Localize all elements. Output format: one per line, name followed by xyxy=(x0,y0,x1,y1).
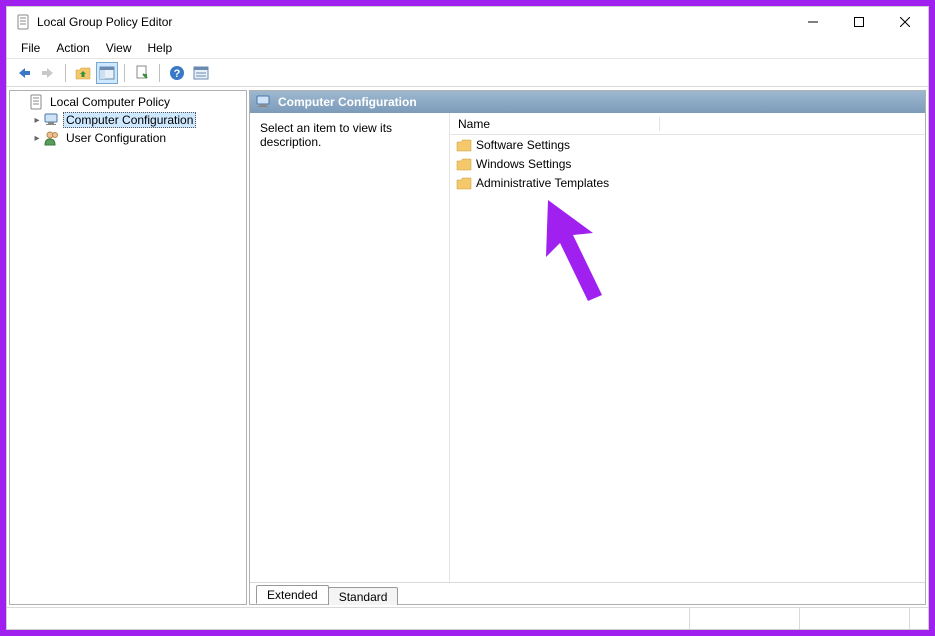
list-header[interactable]: Name xyxy=(450,113,925,135)
tab-standard[interactable]: Standard xyxy=(328,587,399,605)
computer-icon xyxy=(44,112,60,128)
tree-root-label: Local Computer Policy xyxy=(47,95,173,109)
toolbar-separator xyxy=(65,64,66,82)
minimize-button[interactable] xyxy=(790,7,836,37)
toolbar: ? xyxy=(7,59,928,87)
content-header: Computer Configuration xyxy=(250,91,925,113)
main-area: Local Computer Policy ▸ Computer Configu… xyxy=(7,87,928,607)
menu-bar: File Action View Help xyxy=(7,37,928,59)
window-title: Local Group Policy Editor xyxy=(37,15,790,29)
tree-node-label: User Configuration xyxy=(63,131,169,145)
close-button[interactable] xyxy=(882,7,928,37)
computer-icon xyxy=(256,94,272,110)
toolbar-back-button[interactable] xyxy=(13,62,35,84)
content-tabs: Extended Standard xyxy=(250,582,925,604)
menu-action[interactable]: Action xyxy=(48,39,97,57)
tree-node-user-configuration[interactable]: ▸ User Configuration xyxy=(10,129,246,147)
toolbar-help-button[interactable]: ? xyxy=(166,62,188,84)
description-column: Select an item to view its description. xyxy=(250,113,450,582)
menu-file[interactable]: File xyxy=(13,39,48,57)
title-bar: Local Group Policy Editor xyxy=(7,7,928,37)
policy-icon xyxy=(28,94,44,110)
content-pane: Computer Configuration Select an item to… xyxy=(249,90,926,605)
folder-icon xyxy=(456,138,472,152)
menu-help[interactable]: Help xyxy=(140,39,181,57)
list-column: Name Software Settings Windows Settings … xyxy=(450,113,925,582)
users-icon xyxy=(44,130,60,146)
menu-view[interactable]: View xyxy=(98,39,140,57)
toolbar-export-button[interactable] xyxy=(131,62,153,84)
list-item-windows-settings[interactable]: Windows Settings xyxy=(450,154,925,173)
list-item-software-settings[interactable]: Software Settings xyxy=(450,135,925,154)
toolbar-separator xyxy=(159,64,160,82)
toolbar-show-tree-button[interactable] xyxy=(96,62,118,84)
folder-icon xyxy=(456,176,472,190)
content-header-title: Computer Configuration xyxy=(278,95,417,109)
status-cell xyxy=(800,608,910,629)
toolbar-properties-button[interactable] xyxy=(190,62,212,84)
svg-text:?: ? xyxy=(174,68,181,80)
app-window: Local Group Policy Editor File Action Vi… xyxy=(6,6,929,630)
tab-extended[interactable]: Extended xyxy=(256,585,329,604)
description-text: Select an item to view its description. xyxy=(260,121,392,149)
status-cell xyxy=(7,608,690,629)
list-item-label: Windows Settings xyxy=(476,157,571,171)
tree-root[interactable]: Local Computer Policy xyxy=(10,93,246,111)
window-controls xyxy=(790,7,928,37)
tree-pane[interactable]: Local Computer Policy ▸ Computer Configu… xyxy=(9,90,247,605)
tree-node-computer-configuration[interactable]: ▸ Computer Configuration xyxy=(10,111,246,129)
list-item-label: Software Settings xyxy=(476,138,570,152)
list-item-administrative-templates[interactable]: Administrative Templates xyxy=(450,173,925,192)
maximize-button[interactable] xyxy=(836,7,882,37)
expander-icon[interactable]: ▸ xyxy=(30,133,44,144)
toolbar-forward-button[interactable] xyxy=(37,62,59,84)
status-bar xyxy=(7,607,928,629)
tree-node-label: Computer Configuration xyxy=(63,112,196,128)
content-body: Select an item to view its description. … xyxy=(250,113,925,582)
status-cell xyxy=(690,608,800,629)
app-icon xyxy=(15,14,31,30)
status-grip[interactable] xyxy=(910,608,928,629)
folder-icon xyxy=(456,157,472,171)
column-header-name[interactable]: Name xyxy=(450,117,660,131)
toolbar-up-button[interactable] xyxy=(72,62,94,84)
toolbar-separator xyxy=(124,64,125,82)
expander-icon[interactable]: ▸ xyxy=(30,115,44,126)
list-item-label: Administrative Templates xyxy=(476,176,609,190)
